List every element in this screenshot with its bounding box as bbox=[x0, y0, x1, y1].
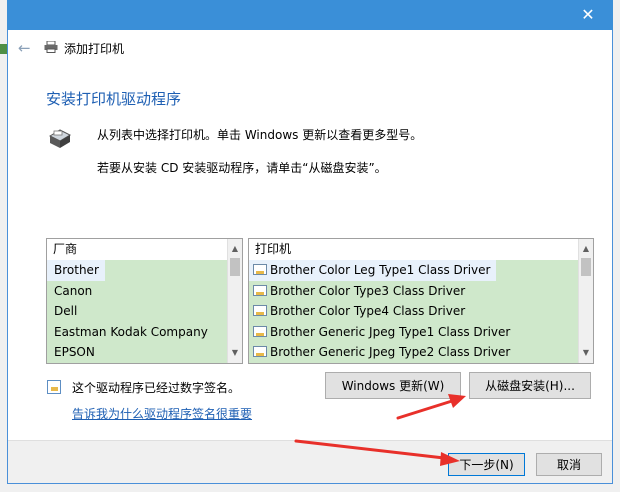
printer-icon bbox=[44, 41, 58, 53]
next-button[interactable]: 下一步(N) bbox=[448, 453, 525, 476]
list-item-manufacturer[interactable]: Canon bbox=[47, 281, 227, 302]
nav-bar: ← 添加打印机 bbox=[8, 30, 612, 66]
printer-list[interactable]: 打印机 Brother Color Leg Type1 Class Driver… bbox=[248, 238, 594, 364]
scroll-thumb[interactable] bbox=[581, 258, 591, 276]
list-item-printer[interactable]: Brother Color Type3 Class Driver bbox=[249, 281, 578, 302]
scroll-thumb[interactable] bbox=[230, 258, 240, 276]
signing-info-link[interactable]: 告诉我为什么驱动程序签名很重要 bbox=[72, 405, 252, 422]
manufacturer-scrollbar[interactable]: ▲ ▼ bbox=[227, 239, 242, 363]
scroll-up-icon[interactable]: ▲ bbox=[228, 241, 242, 257]
back-arrow-icon[interactable]: ← bbox=[18, 39, 31, 57]
list-item-printer[interactable]: Brother Color Type4 Class Driver bbox=[249, 301, 578, 322]
signed-status-text: 这个驱动程序已经过数字签名。 bbox=[72, 381, 241, 395]
manufacturer-list-body: Brother Canon Dell Eastman Kodak Company… bbox=[47, 260, 227, 363]
manufacturer-list[interactable]: 厂商 Brother Canon Dell Eastman Kodak Comp… bbox=[46, 238, 243, 364]
driver-icon bbox=[253, 305, 267, 317]
page-title: 安装打印机驱动程序 bbox=[46, 90, 182, 108]
instruction-text: 从列表中选择打印机。单击 Windows 更新以查看更多型号。 bbox=[97, 128, 423, 142]
printer-large-icon bbox=[48, 129, 72, 148]
list-item-manufacturer[interactable]: Eastman Kodak Company bbox=[47, 322, 227, 343]
printer-list-body: Brother Color Leg Type1 Class Driver Bro… bbox=[249, 260, 578, 363]
close-icon[interactable]: ✕ bbox=[577, 4, 599, 26]
certificate-icon bbox=[47, 380, 61, 394]
disk-instruction-text: 若要从安装 CD 安装驱动程序，请单击“从磁盘安装”。 bbox=[97, 161, 387, 175]
printer-scrollbar[interactable]: ▲ ▼ bbox=[578, 239, 593, 363]
list-item-manufacturer[interactable]: EPSON bbox=[47, 342, 227, 363]
printer-list-header: 打印机 bbox=[249, 239, 578, 260]
list-item-printer[interactable]: Brother Generic Jpeg Type1 Class Driver bbox=[249, 322, 578, 343]
title-bar: ✕ bbox=[7, 0, 613, 30]
windows-update-button[interactable]: Windows 更新(W) bbox=[325, 372, 461, 399]
driver-icon bbox=[253, 284, 267, 296]
scroll-down-icon[interactable]: ▼ bbox=[228, 345, 242, 361]
list-item-manufacturer[interactable]: Dell bbox=[47, 301, 227, 322]
list-item-printer-selected[interactable]: Brother Color Leg Type1 Class Driver bbox=[249, 260, 497, 281]
list-item-manufacturer-selected[interactable]: Brother bbox=[47, 260, 105, 281]
scroll-up-icon[interactable]: ▲ bbox=[579, 241, 593, 257]
list-item-printer[interactable]: Brother Generic Jpeg Type2 Class Driver bbox=[249, 342, 578, 363]
manufacturer-list-header: 厂商 bbox=[47, 239, 227, 260]
cancel-button[interactable]: 取消 bbox=[536, 453, 602, 476]
driver-icon bbox=[253, 264, 267, 275]
have-disk-button[interactable]: 从磁盘安装(H)... bbox=[469, 372, 591, 399]
window-title: 添加打印机 bbox=[64, 42, 125, 56]
driver-icon bbox=[253, 325, 267, 337]
driver-icon bbox=[253, 346, 267, 358]
scroll-down-icon[interactable]: ▼ bbox=[579, 345, 593, 361]
